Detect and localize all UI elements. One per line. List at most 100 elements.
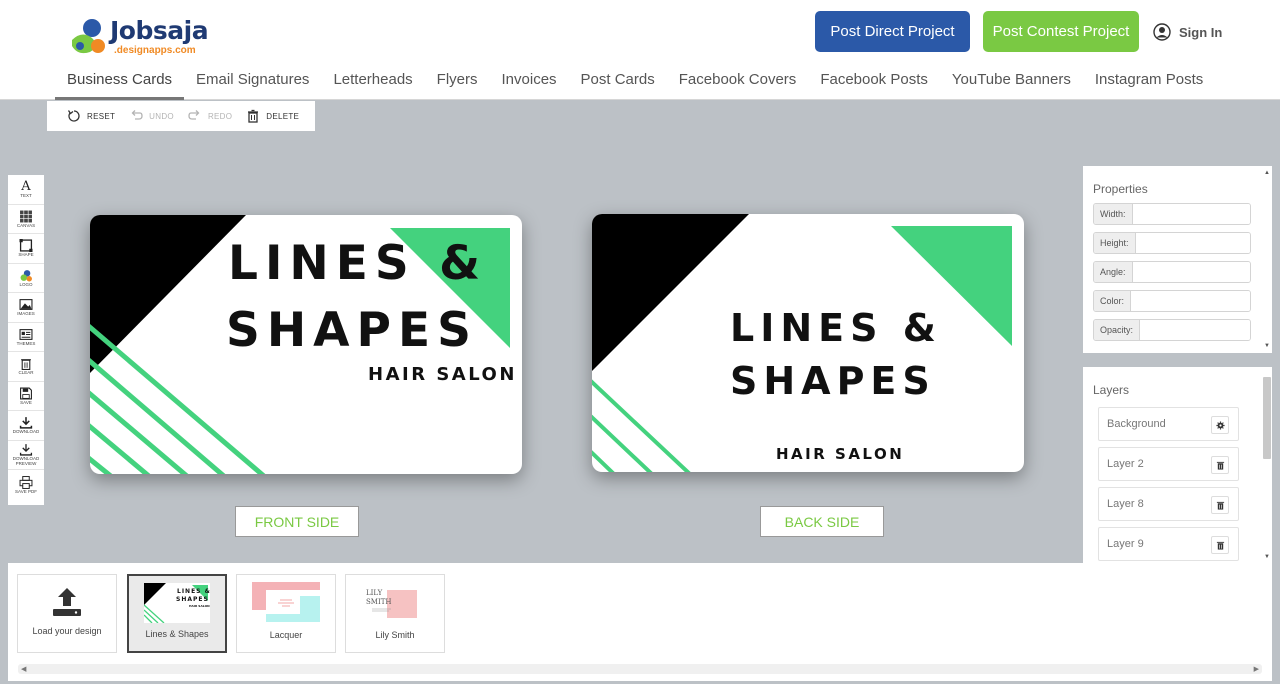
shape-tool-label: SHAPE [18, 252, 34, 257]
logo-tool[interactable]: LOGO [8, 264, 44, 293]
layer-settings-button[interactable] [1211, 416, 1229, 434]
shape-tool[interactable]: SHAPE [8, 234, 44, 264]
scroll-right-icon[interactable]: ▶ [1254, 665, 1259, 673]
template-scrollbar[interactable]: ◀ ▶ [18, 664, 1262, 674]
redo-button[interactable]: REDO [188, 109, 232, 123]
post-direct-project-button[interactable]: Post Direct Project [815, 11, 970, 52]
nav-item-letterheads[interactable]: Letterheads [321, 62, 424, 100]
layer-item[interactable]: Layer 9 [1098, 527, 1239, 561]
trash-icon [1216, 461, 1224, 470]
nav-item-facebook-covers[interactable]: Facebook Covers [667, 62, 809, 100]
nav-item-invoices[interactable]: Invoices [490, 62, 569, 100]
scroll-left-icon[interactable]: ◀ [21, 665, 26, 673]
color-input[interactable] [1131, 291, 1250, 311]
properties-panel: Properties Width: Height: Angle: Color: … [1083, 166, 1272, 353]
canvas-tool-label: CANVAS [16, 222, 36, 228]
front-title-line2[interactable]: SHAPES [226, 303, 478, 358]
back-side-button[interactable]: BACK SIDE [760, 506, 884, 537]
template-label: Lily Smith [375, 630, 415, 640]
undo-icon [131, 110, 143, 120]
delete-label: DELETE [266, 111, 300, 121]
download-preview-tool[interactable]: DOWNLOAD PREVIEW [8, 441, 44, 470]
layer-label: Layer 8 [1107, 498, 1144, 510]
template-strip: Load your design LINES & SHAPES HAIR SAL… [8, 563, 1272, 681]
opacity-label: Opacity: [1094, 320, 1141, 340]
save-pdf-tool[interactable]: SAVE PDF [8, 470, 44, 500]
delete-button[interactable]: DELETE [246, 109, 299, 123]
layer-label: Layer 9 [1107, 538, 1144, 550]
load-design-button[interactable]: Load your design [17, 574, 117, 653]
angle-label: Angle: [1094, 262, 1133, 282]
layer-background[interactable]: Background [1098, 407, 1239, 441]
canvas-tool[interactable]: CANVAS [8, 205, 44, 234]
trash-icon [21, 359, 31, 370]
undo-label: UNDO [149, 111, 174, 121]
height-input[interactable] [1135, 233, 1250, 253]
layer-item[interactable]: Layer 2 [1098, 447, 1239, 481]
brand-logo[interactable]: Jobsaja .designapps.com [66, 14, 236, 58]
images-tool[interactable]: IMAGES [8, 293, 44, 323]
thumb-line2: SHAPES [176, 596, 209, 603]
side-tools: A TEXT CANVAS SHAPE LOGO IMAGES THEMES C… [8, 175, 44, 505]
category-nav: Business Cards Email Signatures Letterhe… [55, 62, 1215, 100]
text-tool[interactable]: A TEXT [8, 175, 44, 205]
save-icon [20, 387, 32, 399]
width-input[interactable] [1132, 204, 1250, 224]
back-title-line1[interactable]: LINES & [730, 306, 942, 350]
nav-item-post-cards[interactable]: Post Cards [569, 62, 667, 100]
clear-tool[interactable]: CLEAR [8, 352, 44, 382]
template-lines-shapes[interactable]: LINES & SHAPES HAIR SALON Lines & Shapes [127, 574, 227, 653]
scroll-down-icon[interactable]: ▼ [1264, 554, 1270, 560]
nav-item-instagram-posts[interactable]: Instagram Posts [1083, 62, 1215, 100]
scroll-up-icon[interactable]: ▲ [1264, 170, 1270, 176]
angle-field: Angle: [1093, 261, 1251, 283]
printer-icon [19, 475, 33, 489]
redo-icon [188, 110, 200, 120]
front-subtitle[interactable]: HAIR SALON [368, 364, 517, 385]
layer-item[interactable]: Layer 8 [1098, 487, 1239, 521]
edit-toolbar: RESET UNDO REDO DELETE [47, 101, 315, 131]
front-title-line1[interactable]: LINES & [228, 236, 487, 291]
layer-label: Background [1107, 418, 1166, 430]
brand-name: Jobsaja [110, 16, 209, 45]
save-tool[interactable]: SAVE [8, 382, 44, 411]
scroll-down-icon[interactable]: ▼ [1264, 343, 1270, 349]
layer-delete-button[interactable] [1211, 536, 1229, 554]
angle-input[interactable] [1132, 262, 1250, 282]
shape-icon [19, 239, 33, 252]
nav-item-facebook-posts[interactable]: Facebook Posts [808, 62, 940, 100]
nav-item-youtube-banners[interactable]: YouTube Banners [940, 62, 1083, 100]
download-tool-label: DOWNLOAD [12, 429, 40, 434]
back-title-line2[interactable]: SHAPES [730, 359, 936, 403]
layers-scrollbar[interactable] [1263, 377, 1271, 459]
front-side-button[interactable]: FRONT SIDE [235, 506, 359, 537]
download-tool[interactable]: DOWNLOAD [8, 411, 44, 441]
sign-in-link[interactable]: Sign In [1153, 22, 1222, 42]
nav-item-email-signatures[interactable]: Email Signatures [184, 62, 321, 100]
logo-mark-icon [72, 19, 105, 54]
load-design-label: Load your design [32, 626, 102, 636]
themes-icon [19, 328, 33, 340]
template-lily-smith[interactable]: LILY SMITH Lily Smith [345, 574, 445, 653]
layer-delete-button[interactable] [1211, 496, 1229, 514]
opacity-input[interactable] [1140, 320, 1250, 340]
template-lacquer[interactable]: Lacquer [236, 574, 336, 653]
logo-tool-label: LOGO [19, 281, 33, 287]
back-card-canvas[interactable]: LINES & SHAPES HAIR SALON [592, 214, 1024, 472]
save-pdf-tool-label: SAVE PDF [15, 488, 37, 494]
post-contest-project-button[interactable]: Post Contest Project [983, 11, 1139, 52]
nav-item-business-cards[interactable]: Business Cards [55, 62, 185, 100]
layer-delete-button[interactable] [1211, 456, 1229, 474]
themes-tool[interactable]: THEMES [8, 323, 44, 352]
sign-in-label: Sign In [1179, 24, 1223, 40]
upload-icon [53, 588, 81, 616]
nav-item-flyers[interactable]: Flyers [425, 62, 490, 100]
gear-icon [1215, 420, 1225, 430]
front-card-canvas[interactable]: LINES & SHAPES HAIR SALON [90, 215, 522, 474]
download-preview-icon [19, 444, 33, 456]
undo-button[interactable]: UNDO [129, 109, 174, 123]
reset-button[interactable]: RESET [67, 109, 115, 123]
color-field: Color: [1093, 290, 1251, 312]
layer-label: Layer 2 [1107, 458, 1144, 470]
back-subtitle[interactable]: HAIR SALON [776, 445, 904, 463]
